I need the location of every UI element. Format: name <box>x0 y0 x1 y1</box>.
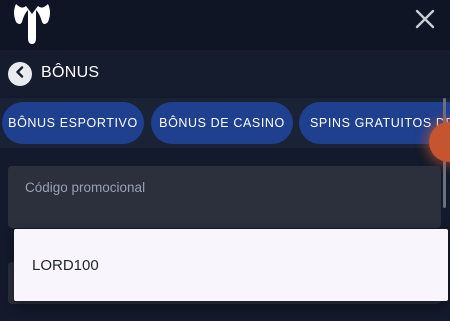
back-button[interactable] <box>8 62 32 86</box>
tab-bonus-esportivo[interactable]: BÔNUS ESPORTIVO <box>2 102 144 144</box>
close-button[interactable] <box>412 8 438 34</box>
promo-code-input[interactable] <box>8 166 441 228</box>
top-bar <box>0 0 450 50</box>
autocomplete-option[interactable]: LORD100 <box>14 229 448 301</box>
tab-bonus-de-casino[interactable]: BÔNUS DE CASINO <box>151 102 293 144</box>
elephant-logo-icon[interactable] <box>8 0 56 46</box>
page-title: BÔNUS <box>41 64 100 81</box>
close-icon <box>415 9 435 34</box>
chevron-left-icon <box>14 65 26 83</box>
promo-code-label: Código promocional <box>25 180 146 195</box>
tab-spins-gratuitos[interactable]: SPINS GRATUITOS DE <box>299 102 450 144</box>
